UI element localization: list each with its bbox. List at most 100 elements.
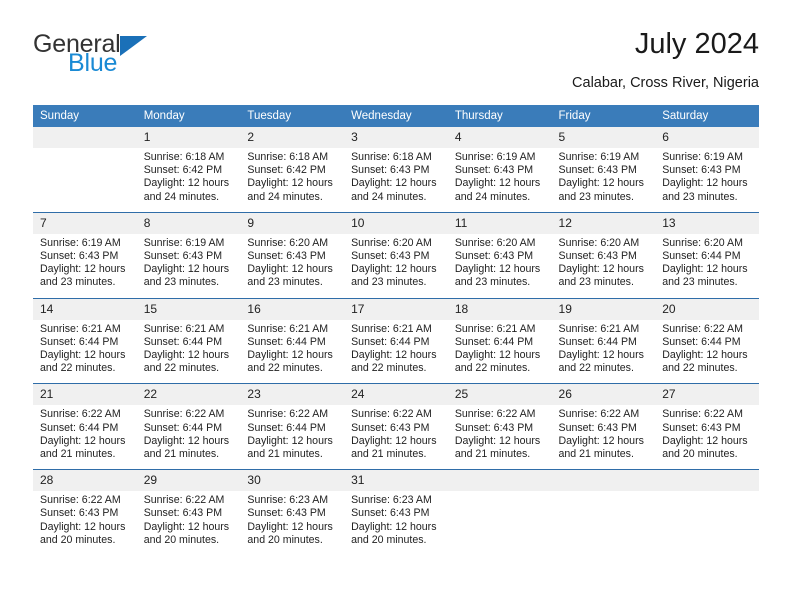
sunrise-time: Sunrise: 6:19 AM [40,236,121,249]
calendar-day-cell[interactable]: 21 Sunrise: 6:22 AM Sunset: 6:44 PM Dayligh… [33,383,137,470]
daylight-duration-line2: and 20 minutes. [247,533,323,546]
day-number [447,470,552,492]
brand-logo[interactable]: General Blue [33,32,147,76]
daylight-duration-line1: Daylight: 12 hours [558,263,644,276]
day-number: 11 [447,212,552,234]
daylight-duration-line2: and 21 minutes. [558,448,634,461]
day-details: Sunrise: 6:22 AM Sunset: 6:43 PM Daylight:… [448,405,552,469]
daylight-duration-line1: Daylight: 12 hours [662,177,748,190]
calendar-day-cell[interactable]: 15 Sunrise: 6:21 AM Sunset: 6:44 PM Dayligh… [136,297,241,384]
sunset-time: Sunset: 6:42 PM [247,164,326,177]
calendar-day-cell[interactable]: 29 Sunrise: 6:22 AM Sunset: 6:43 PM Dayligh… [136,469,241,556]
calendar-day-cell[interactable]: 6 Sunrise: 6:19 AM Sunset: 6:43 PM Daylight… [655,127,759,213]
calendar-day-cell[interactable]: 2 Sunrise: 6:18 AM Sunset: 6:42 PM Daylight… [240,127,345,213]
day-details: Sunrise: 6:22 AM Sunset: 6:43 PM Daylight:… [33,491,137,555]
day-details: Sunrise: 6:19 AM Sunset: 6:43 PM Daylight:… [655,148,759,212]
sunrise-time: Sunrise: 6:18 AM [143,151,225,163]
sunrise-time: Sunrise: 6:22 AM [351,408,432,421]
sunrise-time: Sunrise: 6:22 AM [40,408,121,421]
calendar-day-cell[interactable]: 14 Sunrise: 6:21 AM Sunset: 6:44 PM Dayligh… [33,297,137,384]
day-number: 24 [344,384,448,406]
calendar-header-row: Sunday Monday Tuesday Wednesday Thursday… [33,105,759,127]
calendar-day-cell[interactable]: 9 Sunrise: 6:20 AM Sunset: 6:43 PM Daylight… [240,211,345,299]
calendar-day-cell[interactable]: 26 Sunrise: 6:22 AM Sunset: 6:43 PM Dayligh… [551,383,656,470]
sunrise-time: Sunrise: 6:23 AM [247,494,329,507]
day-number: 30 [240,470,345,492]
day-details: Sunrise: 6:18 AM Sunset: 6:42 PM Daylight:… [240,148,344,212]
sunrise-time: Sunrise: 6:18 AM [351,151,432,163]
day-number: 22 [136,384,241,406]
sunrise-time: Sunrise: 6:19 AM [558,151,640,163]
daylight-duration-line1: Daylight: 12 hours [558,177,644,190]
calendar-day-cell[interactable]: 24 Sunrise: 6:22 AM Sunset: 6:43 PM Dayligh… [344,383,448,470]
calendar-day-cell[interactable]: 11 Sunrise: 6:20 AM Sunset: 6:43 PM Dayligh… [447,211,552,299]
day-number: 25 [447,384,552,406]
calendar-day-cell[interactable]: 1 Sunrise: 6:18 AM Sunset: 6:42 PM Daylight… [136,127,241,213]
calendar-day-cell[interactable]: 30 Sunrise: 6:23 AM Sunset: 6:43 PM Dayligh… [240,469,345,556]
day-details: Sunrise: 6:19 AM Sunset: 6:43 PM Daylight:… [552,148,656,212]
calendar-day-cell[interactable]: 3 Sunrise: 6:18 AM Sunset: 6:43 PM Daylight… [344,127,448,213]
sunrise-time: Sunrise: 6:19 AM [143,236,225,249]
day-details: Sunrise: 6:21 AM Sunset: 6:44 PM Daylight:… [137,320,241,384]
sunrise-time: Sunrise: 6:22 AM [40,494,121,507]
sunset-time: Sunset: 6:44 PM [40,335,119,348]
sunrise-time: Sunrise: 6:19 AM [454,151,536,163]
day-number: 2 [240,127,345,148]
calendar-day-cell[interactable]: 17 Sunrise: 6:21 AM Sunset: 6:44 PM Dayligh… [344,297,448,384]
daylight-duration-line2: and 20 minutes. [351,533,427,546]
sunrise-time: Sunrise: 6:20 AM [662,236,743,249]
calendar-week-row: 21 Sunrise: 6:22 AM Sunset: 6:44 PM Dayligh… [33,383,759,470]
day-details: Sunrise: 6:22 AM Sunset: 6:43 PM Daylight:… [137,491,241,555]
calendar-day-cell[interactable]: 16 Sunrise: 6:21 AM Sunset: 6:44 PM Dayligh… [240,297,345,384]
day-details: Sunrise: 6:20 AM Sunset: 6:43 PM Daylight:… [448,234,552,298]
calendar-day-cell[interactable]: 31 Sunrise: 6:23 AM Sunset: 6:43 PM Dayligh… [344,469,448,556]
calendar-day-cell[interactable]: 22 Sunrise: 6:22 AM Sunset: 6:44 PM Dayligh… [136,383,241,470]
day-number [551,470,656,492]
calendar-day-cell[interactable]: 28 Sunrise: 6:22 AM Sunset: 6:43 PM Dayligh… [33,469,137,556]
calendar-day-cell[interactable]: 8 Sunrise: 6:19 AM Sunset: 6:43 PM Daylight… [136,211,241,299]
daylight-duration-line1: Daylight: 12 hours [247,434,333,447]
sunrise-time: Sunrise: 6:22 AM [143,494,225,507]
day-number: 23 [240,384,345,406]
calendar-day-cell[interactable]: 12 Sunrise: 6:20 AM Sunset: 6:43 PM Dayligh… [551,211,656,299]
sunset-time: Sunset: 6:43 PM [351,421,430,434]
calendar-day-cell[interactable]: 7 Sunrise: 6:19 AM Sunset: 6:43 PM Daylight… [33,211,137,299]
sunrise-time: Sunrise: 6:20 AM [454,236,536,249]
weekday-header-thursday: Thursday [447,105,552,127]
calendar-day-cell[interactable]: 13 Sunrise: 6:20 AM Sunset: 6:44 PM Dayligh… [655,211,759,299]
calendar-day-cell[interactable]: 19 Sunrise: 6:21 AM Sunset: 6:44 PM Dayligh… [551,297,656,384]
day-number: 18 [447,298,552,320]
daylight-duration-line1: Daylight: 12 hours [247,177,333,190]
calendar-day-cell[interactable]: 27 Sunrise: 6:22 AM Sunset: 6:43 PM Dayligh… [655,383,759,470]
sunrise-time: Sunrise: 6:21 AM [454,322,536,335]
sunrise-time: Sunrise: 6:20 AM [247,236,329,249]
sunset-time: Sunset: 6:44 PM [40,421,119,434]
day-details: Sunrise: 6:19 AM Sunset: 6:43 PM Daylight:… [448,148,552,212]
daylight-duration-line2: and 22 minutes. [40,362,116,375]
daylight-duration-line2: and 23 minutes. [662,190,738,203]
day-number: 4 [447,127,552,148]
daylight-duration-line2: and 22 minutes. [662,362,738,375]
day-details: Sunrise: 6:20 AM Sunset: 6:44 PM Daylight:… [655,234,759,298]
sunset-time: Sunset: 6:44 PM [454,335,534,348]
day-number: 8 [136,212,241,234]
daylight-duration-line2: and 21 minutes. [351,448,427,461]
sunset-time: Sunset: 6:43 PM [662,421,741,434]
daylight-duration-line2: and 24 minutes. [454,190,531,203]
calendar-week-row: 28 Sunrise: 6:22 AM Sunset: 6:43 PM Dayligh… [33,469,759,556]
sunset-time: Sunset: 6:43 PM [558,421,637,434]
calendar-day-cell[interactable]: 18 Sunrise: 6:21 AM Sunset: 6:44 PM Dayligh… [447,297,552,384]
sunset-time: Sunset: 6:43 PM [662,164,741,177]
sunset-time: Sunset: 6:44 PM [558,335,637,348]
calendar-day-cell[interactable]: 5 Sunrise: 6:19 AM Sunset: 6:43 PM Daylight… [551,127,656,213]
calendar-day-cell[interactable]: 10 Sunrise: 6:20 AM Sunset: 6:43 PM Dayligh… [344,211,448,299]
calendar-day-cell[interactable]: 4 Sunrise: 6:19 AM Sunset: 6:43 PM Daylight… [447,127,552,213]
day-number: 28 [33,470,137,492]
triangle-icon [119,36,147,56]
sunrise-time: Sunrise: 6:19 AM [662,151,743,163]
calendar-day-cell[interactable]: 20 Sunrise: 6:22 AM Sunset: 6:44 PM Dayligh… [655,297,759,384]
calendar-day-cell[interactable]: 23 Sunrise: 6:22 AM Sunset: 6:44 PM Dayligh… [240,383,345,470]
sunset-time: Sunset: 6:44 PM [662,250,741,263]
calendar-day-cell[interactable]: 25 Sunrise: 6:22 AM Sunset: 6:43 PM Dayligh… [447,383,552,470]
day-number: 14 [33,298,137,320]
